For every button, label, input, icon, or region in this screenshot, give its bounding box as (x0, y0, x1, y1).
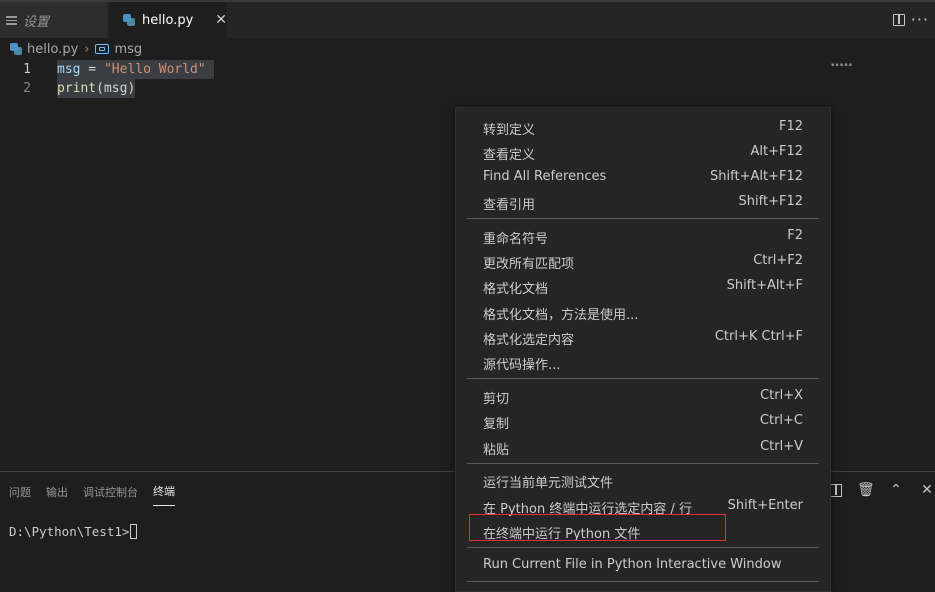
menu-item-paste[interactable]: 粘贴 Ctrl+V (456, 435, 830, 460)
variable-icon (95, 44, 110, 54)
split-editor-icon[interactable] (893, 14, 905, 26)
menu-separator (467, 581, 819, 582)
close-icon[interactable]: ✕ (215, 12, 227, 28)
menu-separator (467, 547, 819, 548)
terminal-cursor (130, 524, 138, 539)
highlight-annotation-box (469, 514, 726, 541)
menu-item-go-to-definition[interactable]: 转到定义 F12 (456, 115, 830, 140)
terminal-output[interactable]: D:\Python\Test1> (9, 524, 138, 539)
menu-item-source-action[interactable]: 源代码操作... (456, 350, 830, 375)
context-menu: 转到定义 F12 查看定义 Alt+F12 Find All References S… (455, 107, 831, 592)
menu-item-peek-references[interactable]: 查看引用 Shift+F12 (456, 190, 830, 215)
breadcrumb: hello.py › msg (0, 38, 935, 60)
menu-item-format-document[interactable]: 格式化文档 Shift+Alt+F (456, 274, 830, 299)
split-terminal-icon[interactable] (830, 483, 842, 497)
vscode-window: 设置 hello.py ✕ ··· hello.py › msg 1 msg =… (0, 0, 935, 592)
line-number: 1 (23, 62, 31, 77)
editor-tab-bar: 设置 hello.py ✕ ··· (0, 0, 935, 38)
minimap[interactable]: ▪▪▪▪▪ (831, 62, 853, 68)
menu-item-find-all-references[interactable]: Find All References Shift+Alt+F12 (456, 165, 830, 190)
menu-separator (467, 378, 819, 379)
code-line[interactable]: 1 msg = "Hello World" (0, 60, 935, 79)
terminal-prompt: D:\Python\Test1> (9, 524, 130, 539)
breadcrumb-symbol[interactable]: msg (114, 42, 142, 57)
tab-terminal[interactable]: 终端 (153, 474, 175, 506)
panel-tabs: 问题 输出 调试控制台 终端 (0, 472, 181, 508)
menu-item-rename-symbol[interactable]: 重命名符号 F2 (456, 224, 830, 249)
breadcrumb-file[interactable]: hello.py (27, 42, 78, 57)
menu-item-format-selection[interactable]: 格式化选定内容 Ctrl+K Ctrl+F (456, 325, 830, 350)
menu-item-run-in-interactive-window[interactable]: Run Current File in Python Interactive W… (456, 553, 830, 578)
python-file-icon (10, 43, 22, 55)
chevron-right-icon: › (84, 41, 90, 57)
python-file-icon (123, 14, 135, 26)
code-text[interactable]: msg = "Hello World" (57, 60, 214, 79)
chevron-up-icon[interactable]: ⌃ (888, 482, 904, 498)
tab-problems[interactable]: 问题 (9, 475, 31, 506)
menu-item-peek-definition[interactable]: 查看定义 Alt+F12 (456, 140, 830, 165)
line-number: 2 (23, 81, 31, 96)
tab-label: hello.py (142, 12, 194, 28)
menu-item-change-all-occurrences[interactable]: 更改所有匹配项 Ctrl+F2 (456, 249, 830, 274)
tab-label: 设置 (23, 14, 50, 30)
code-line[interactable]: 2 print(msg) (0, 79, 935, 98)
menu-item-format-document-with[interactable]: 格式化文档，方法是使用... (456, 300, 830, 325)
menu-item-run-current-test-file[interactable]: 运行当前单元测试文件 (456, 468, 830, 493)
tab-debug-console[interactable]: 调试控制台 (83, 475, 138, 506)
settings-list-icon (6, 15, 17, 25)
tab-hello-py[interactable]: hello.py ✕ (109, 2, 227, 38)
more-actions-icon[interactable]: ··· (911, 10, 929, 29)
menu-item-copy[interactable]: 复制 Ctrl+C (456, 409, 830, 434)
menu-separator (467, 218, 819, 219)
panel-actions: 🗑 ⌃ ✕ (815, 482, 935, 498)
trash-icon[interactable]: 🗑 (857, 482, 875, 498)
close-icon[interactable]: ✕ (919, 482, 935, 498)
code-text[interactable]: print(msg) (57, 79, 136, 98)
menu-separator (467, 463, 819, 464)
tab-settings[interactable]: 设置 (0, 2, 107, 38)
menu-item-cut[interactable]: 剪切 Ctrl+X (456, 384, 830, 409)
tab-output[interactable]: 输出 (46, 475, 68, 506)
